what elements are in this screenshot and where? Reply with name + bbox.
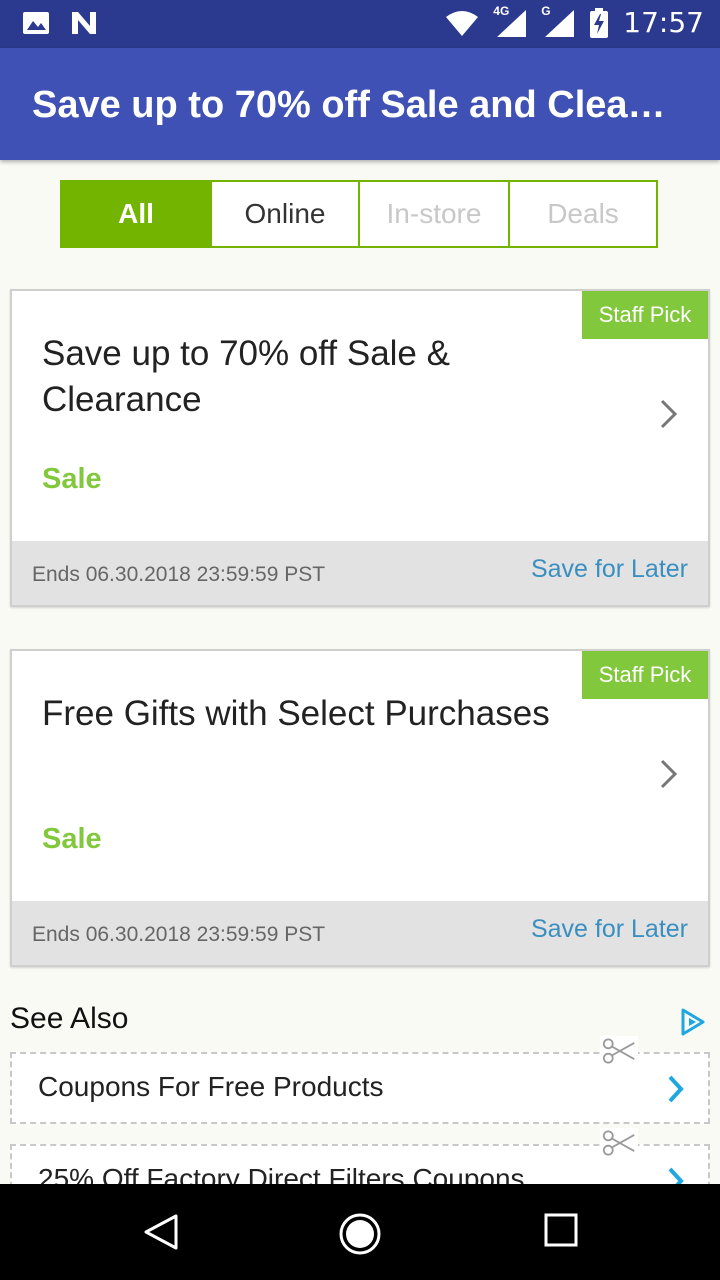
offer-footer: Ends 06.30.2018 23:59:59 PST Save for La… [12, 901, 708, 965]
filter-tabs: All Online In-store Deals [60, 180, 658, 248]
offer-expiry: Ends 06.30.2018 23:59:59 PST [32, 923, 326, 946]
tab-online[interactable]: Online [212, 182, 360, 246]
clock: 17:57 [623, 6, 704, 39]
signal-icon [545, 9, 575, 37]
n-notification-icon [72, 12, 96, 34]
tab-deals[interactable]: Deals [510, 182, 656, 246]
signal-4g: 4G [493, 4, 527, 38]
scissors-icon [600, 1128, 638, 1158]
ad-choices-icon[interactable] [680, 1008, 706, 1036]
offer-type: Sale [42, 463, 102, 495]
signal-g: G [541, 4, 575, 38]
home-icon[interactable] [338, 1212, 382, 1256]
image-icon [23, 12, 49, 34]
chevron-right-icon[interactable] [658, 757, 680, 791]
offer-footer: Ends 06.30.2018 23:59:59 PST Save for La… [12, 541, 708, 605]
battery-charging-icon [590, 7, 609, 38]
staff-pick-badge: Staff Pick [582, 291, 708, 339]
wifi-icon [446, 10, 479, 36]
offer-expiry: Ends 06.30.2018 23:59:59 PST [32, 563, 326, 586]
save-for-later-button[interactable]: Save for Later [531, 915, 688, 944]
staff-pick-badge: Staff Pick [582, 651, 708, 699]
app-bar: Save up to 70% off Sale and Clearance [0, 48, 720, 160]
back-icon[interactable] [142, 1212, 180, 1252]
offer-title: Save up to 70% off Sale & Clearance [42, 334, 450, 419]
chevron-right-icon[interactable] [658, 397, 680, 431]
save-for-later-button[interactable]: Save for Later [531, 555, 688, 584]
offer-card[interactable]: Staff Pick Save up to 70% off Sale & Cle… [10, 289, 710, 607]
see-also-heading: See Also [10, 1002, 129, 1035]
offer-type: Sale [42, 823, 102, 855]
chevron-right-icon [668, 1075, 684, 1103]
scissors-icon [600, 1036, 638, 1066]
coupon-label: Coupons For Free Products [38, 1071, 384, 1102]
signal-icon [497, 9, 527, 37]
coupon-link[interactable]: Coupons For Free Products [10, 1036, 710, 1124]
page-title: Save up to 70% off Sale and Clearance [32, 84, 672, 126]
status-bar: 4G G 17:57 [0, 0, 720, 48]
system-nav-bar [0, 1184, 720, 1280]
offer-title: Free Gifts with Select Purchases [42, 694, 550, 733]
tab-all[interactable]: All [62, 182, 212, 246]
tab-in-store[interactable]: In-store [360, 182, 510, 246]
offer-card[interactable]: Staff Pick Free Gifts with Select Purcha… [10, 649, 710, 967]
recents-icon[interactable] [543, 1212, 579, 1248]
